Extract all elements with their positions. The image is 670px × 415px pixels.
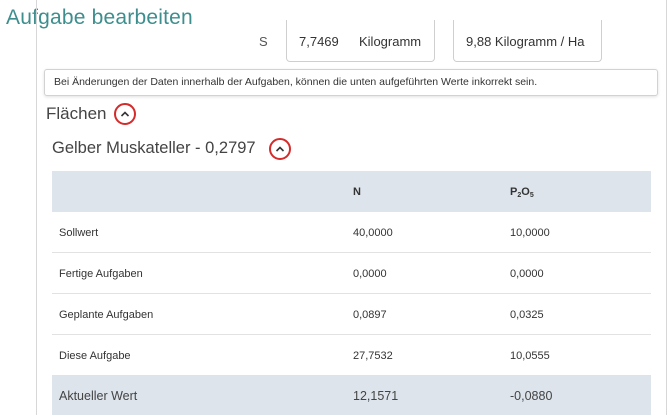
row-p2o5: 10,0000 xyxy=(510,227,550,239)
warning-alert: Bei Änderungen der Daten innerhalb der A… xyxy=(44,69,658,96)
chevron-up-icon xyxy=(275,146,285,152)
per-area-field[interactable]: 9,88 Kilogramm / Ha xyxy=(453,20,602,62)
row-n: 27,7532 xyxy=(353,350,393,362)
row-p2o5: 10,0555 xyxy=(510,350,550,362)
row-n: 0,0897 xyxy=(353,309,387,321)
table-row: Fertige Aufgaben 0,0000 0,0000 xyxy=(52,253,651,294)
row-p2o5: -0,0880 xyxy=(510,389,553,403)
row-p2o5: 0,0325 xyxy=(510,309,544,321)
field-title: Gelber Muskateller - 0,2797 xyxy=(52,139,256,157)
table-row: Diese Aufgabe 27,7532 10,0555 xyxy=(52,335,651,376)
amount-value: 7,7469 xyxy=(299,34,339,49)
header-p2o5: P2O5 xyxy=(510,186,534,199)
row-p2o5: 0,0000 xyxy=(510,268,544,280)
row-n: 0,0000 xyxy=(353,268,387,280)
table-header-row: N P2O5 xyxy=(52,171,651,212)
row-n: 12,1571 xyxy=(353,389,399,403)
amount-field[interactable]: 7,7469 Kilogramm xyxy=(286,20,435,62)
table-row-current: Aktueller Wert 12,1571 -0,0880 xyxy=(52,376,651,415)
table-row: Geplante Aufgaben 0,0897 0,0325 xyxy=(52,294,651,335)
chevron-up-icon xyxy=(120,111,130,117)
areas-section-title: Flächen xyxy=(46,104,107,123)
header-n: N xyxy=(353,186,361,198)
row-label: Aktueller Wert xyxy=(59,389,138,403)
table-row: Sollwert 40,0000 10,0000 xyxy=(52,212,651,253)
row-label: Geplante Aufgaben xyxy=(59,309,154,321)
field-collapse-button[interactable] xyxy=(269,138,291,160)
row-label: Diese Aufgabe xyxy=(59,350,131,362)
row-label: Sollwert xyxy=(59,227,99,239)
areas-collapse-button[interactable] xyxy=(114,103,136,125)
row-n: 40,0000 xyxy=(353,227,393,239)
per-area-value: 9,88 Kilogramm / Ha xyxy=(466,34,585,49)
nutrient-table: N P2O5 Sollwert 40,0000 10,0000 Fertige … xyxy=(52,171,651,415)
nutrient-label: S xyxy=(259,34,268,49)
amount-unit: Kilogramm xyxy=(359,34,422,49)
row-label: Fertige Aufgaben xyxy=(59,268,143,280)
